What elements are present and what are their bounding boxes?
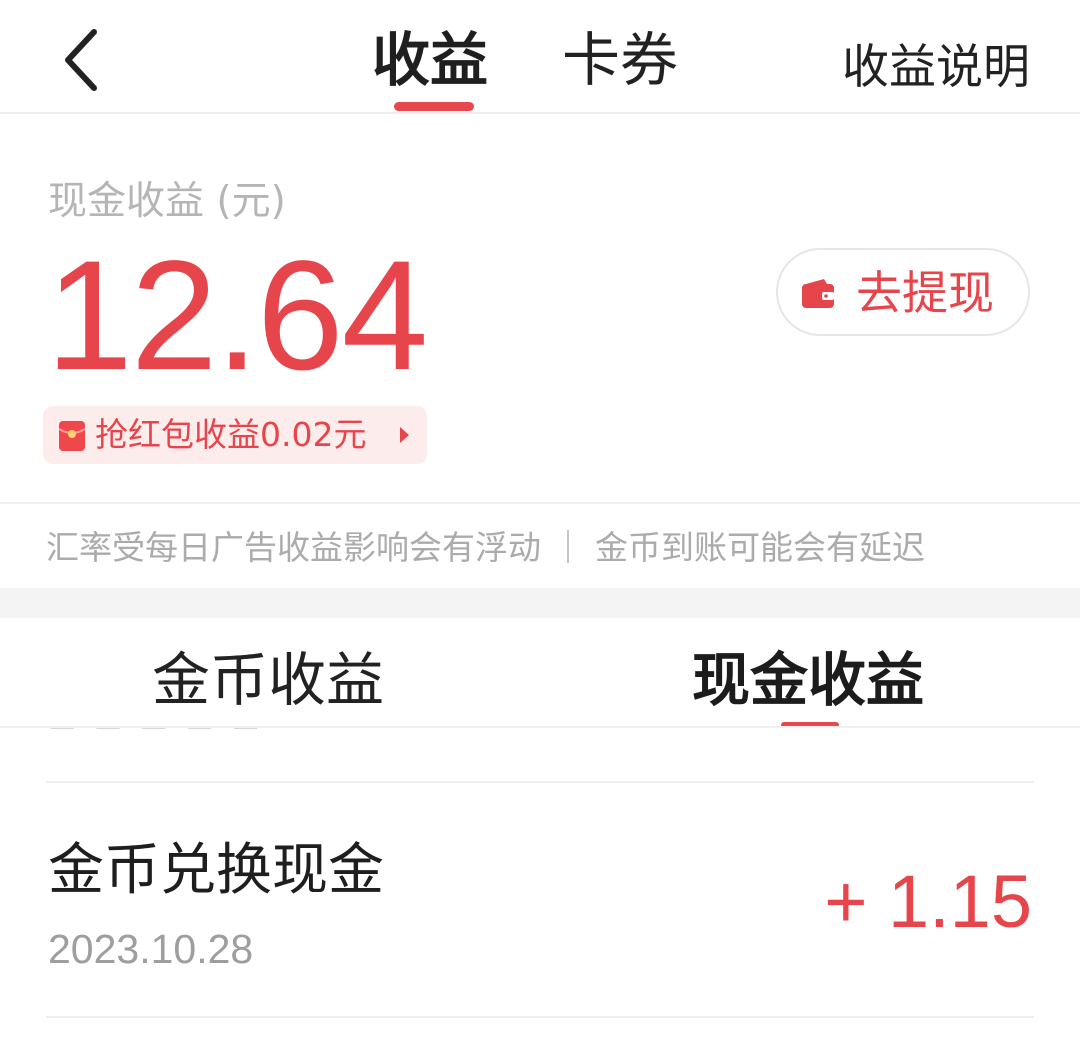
section-separator <box>0 588 1080 618</box>
tab-active-indicator <box>394 102 474 111</box>
income-explain-link[interactable]: 收益说明 <box>842 38 1030 98</box>
red-packet-income-link[interactable]: 抢红包收益0.02元 <box>43 406 427 464</box>
tab-income[interactable]: 收益 <box>372 24 488 96</box>
list-divider <box>46 781 1034 783</box>
back-button[interactable] <box>56 26 108 94</box>
summary-divider <box>0 502 1080 504</box>
wallet-icon <box>802 279 834 308</box>
subtab-coin-income[interactable]: 金币收益 <box>152 644 384 716</box>
scrolled-row-remnant: ▬ ▬ ▬ ▬ ▬ ▬ <box>48 728 268 738</box>
withdraw-label: 去提现 <box>856 266 994 320</box>
chevron-left-icon <box>65 29 97 91</box>
triangle-right-icon <box>400 427 409 443</box>
cash-income-label: 现金收益 (元) <box>48 179 286 224</box>
red-packet-income-text: 抢红包收益0.02元 <box>95 415 367 454</box>
exchange-rate-notice: 汇率受每日广告收益影响会有浮动 ｜ 金币到账可能会有延迟 <box>46 528 925 567</box>
cash-income-amount: 12.64 <box>46 229 428 403</box>
tab-coupons[interactable]: 卡券 <box>562 24 678 96</box>
list-item[interactable]: 金币兑换现金 2023.10.28 + 1.15 <box>0 784 1080 1016</box>
withdraw-button[interactable]: 去提现 <box>776 248 1030 336</box>
list-divider <box>46 1016 1034 1018</box>
red-packet-icon <box>59 421 85 451</box>
record-title: 金币兑换现金 <box>48 838 384 903</box>
subtab-cash-income[interactable]: 现金收益 <box>692 644 924 716</box>
record-amount: + 1.15 <box>824 860 1032 943</box>
top-nav-bar: 收益 卡券 收益说明 <box>0 0 1080 114</box>
record-date: 2023.10.28 <box>48 926 254 972</box>
